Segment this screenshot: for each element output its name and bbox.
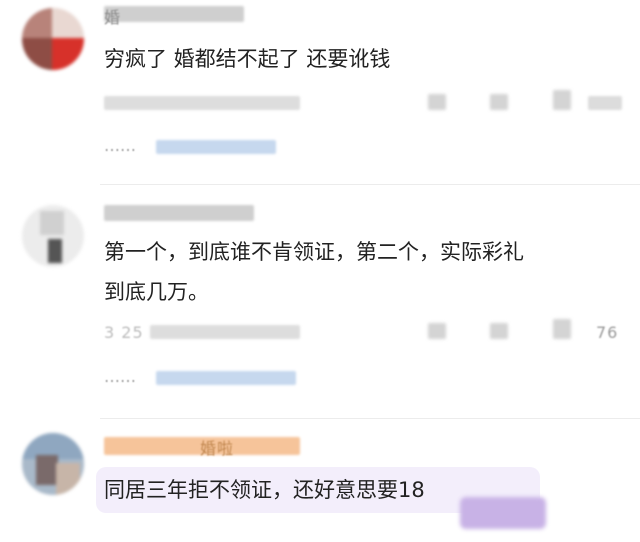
view-replies-link[interactable] (156, 371, 296, 385)
comment-text-line: 到底几万。 (104, 280, 209, 304)
comment-meta (104, 96, 300, 110)
username[interactable] (104, 6, 244, 22)
comment-icon[interactable] (490, 94, 508, 110)
avatar[interactable] (22, 205, 84, 267)
avatar[interactable] (22, 8, 84, 70)
share-icon[interactable] (428, 94, 446, 110)
comment-item: 婚啦 同居三年拒不领证，还好意思要18 (0, 419, 640, 542)
like-count (588, 96, 622, 110)
comment-text: 穷疯了 婚都结不起了 还要讹钱 (104, 47, 391, 71)
avatar[interactable] (22, 433, 84, 495)
like-icon[interactable] (553, 319, 571, 339)
view-replies-link[interactable] (156, 140, 276, 154)
username[interactable] (104, 205, 254, 221)
like-count: 76 (596, 323, 619, 342)
username-text: 婚 (104, 8, 122, 27)
username-text: 婚啦 (200, 439, 235, 458)
reply-dots: …… (104, 367, 136, 386)
comment-icon[interactable] (490, 323, 508, 339)
comment-time: 3 25 (104, 323, 144, 342)
reply-dots: …… (104, 136, 136, 155)
comment-text-line: 第一个，到底谁不肯领证，第二个，实际彩礼 (104, 240, 524, 264)
comment-item: 第一个，到底谁不肯领证，第二个，实际彩礼 到底几万。 3 25 76 …… (0, 185, 640, 417)
like-icon[interactable] (553, 90, 571, 110)
comment-text: 同居三年拒不领证，还好意思要18 (104, 478, 425, 502)
share-icon[interactable] (428, 323, 446, 339)
comment-meta (150, 325, 300, 339)
comment-item: 婚 穷疯了 婚都结不起了 还要讹钱 …… (0, 0, 640, 184)
sticker-image[interactable] (460, 497, 546, 529)
